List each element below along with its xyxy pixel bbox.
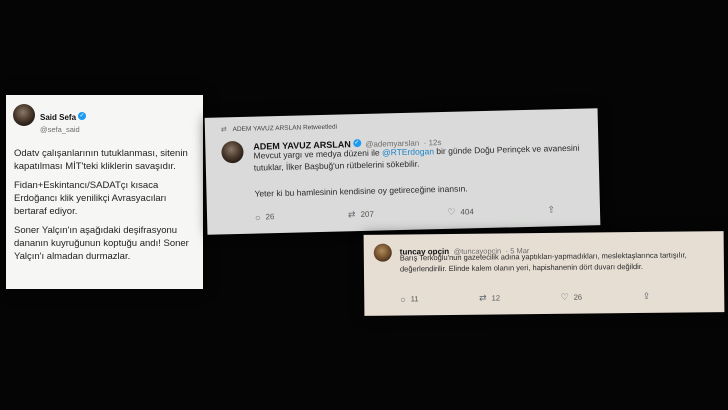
tweet-paragraph: Fidan+Eskintancı/SADATçı kısaca Erdoğanc… bbox=[14, 180, 167, 217]
share-icon: ⇪ bbox=[547, 204, 556, 215]
retweet-label: ADEM YAVUZ ARSLAN Retweetledi bbox=[232, 123, 338, 134]
verified-icon: ✓ bbox=[352, 138, 361, 147]
share-button[interactable]: ⇪ bbox=[643, 291, 651, 302]
retweet-indicator: ⇄ ADEM YAVUZ ARSLAN Retweetledi bbox=[221, 123, 337, 134]
retweet-icon: ⇄ bbox=[347, 209, 356, 220]
retweet-button[interactable]: ⇄ 12 bbox=[479, 292, 500, 303]
like-count: 26 bbox=[573, 292, 583, 302]
mention-link[interactable]: @RTErdogan bbox=[382, 146, 434, 157]
avatar[interactable] bbox=[13, 104, 35, 126]
share-icon: ⇪ bbox=[642, 290, 651, 301]
author-name[interactable]: Said Sefa bbox=[40, 113, 76, 122]
retweet-button[interactable]: ⇄ 207 bbox=[348, 209, 374, 221]
like-button[interactable]: ♡ 404 bbox=[447, 206, 474, 218]
tweet-actions: ○ 26 ⇄ 207 ♡ 404 ⇪ bbox=[255, 204, 555, 222]
like-button[interactable]: ♡ 26 bbox=[561, 292, 583, 303]
retweet-count: 12 bbox=[491, 293, 501, 303]
reply-count: 26 bbox=[265, 212, 275, 222]
tweet-card-adem-yavuz-arslan: ⇄ ADEM YAVUZ ARSLAN Retweetledi ADEM YAV… bbox=[204, 108, 601, 235]
tweet-text: Odatv çalışanlarının tutuklanması, siten… bbox=[14, 147, 200, 263]
author-handle[interactable]: @sefa_said bbox=[40, 125, 86, 134]
reply-icon: ○ bbox=[254, 211, 261, 223]
tweet-card-tuncay-opcin: tuncay opçin @tuncayopcin · 5 Mar Barış … bbox=[363, 231, 725, 316]
retweet-icon: ⇄ bbox=[220, 126, 227, 134]
reply-button[interactable]: ○ 11 bbox=[400, 293, 418, 304]
heart-icon: ♡ bbox=[560, 291, 569, 302]
heart-icon: ♡ bbox=[447, 206, 456, 217]
avatar[interactable] bbox=[221, 140, 244, 164]
verified-icon: ✓ bbox=[78, 111, 87, 120]
tweet-paragraph: Odatv çalışanlarının tutuklanması, siten… bbox=[14, 148, 188, 172]
share-button[interactable]: ⇪ bbox=[547, 204, 555, 215]
tweet-text-part: Mevcut yargı ve medya düzeni ile bbox=[253, 147, 383, 161]
tweet-actions: ○ 11 ⇄ 12 ♡ 26 ⇪ bbox=[400, 291, 650, 305]
tweet-text-line: Yeter ki bu hamlesinin kendisine oy geti… bbox=[254, 183, 468, 199]
reply-icon: ○ bbox=[400, 293, 406, 305]
avatar[interactable] bbox=[373, 243, 392, 262]
tweet-card-said-sefa: Said Sefa ✓ @sefa_said Odatv çalışanların… bbox=[6, 95, 203, 289]
like-count: 404 bbox=[460, 207, 474, 217]
reply-count: 11 bbox=[410, 294, 419, 304]
retweet-icon: ⇄ bbox=[479, 292, 487, 303]
reply-button[interactable]: ○ 26 bbox=[255, 211, 275, 222]
tweet-text: Barış Terkoğlu'nun gazetecilik adına yap… bbox=[399, 250, 687, 274]
retweet-count: 207 bbox=[360, 209, 374, 220]
tweet-paragraph: Soner Yalçın'ın aşağıdaki deşifrasyonu d… bbox=[14, 225, 189, 262]
